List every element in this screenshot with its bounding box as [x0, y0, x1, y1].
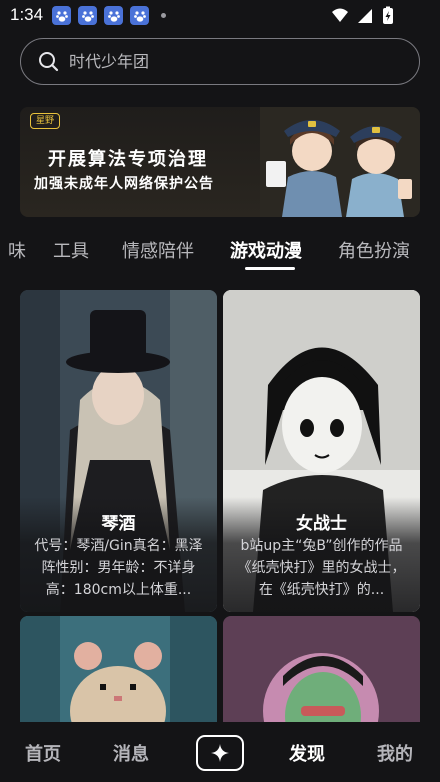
status-time: 1:34 [10, 5, 44, 24]
create-button[interactable] [196, 735, 244, 771]
character-card[interactable]: 女战士 b站up主“兔B”创作的作品《纸壳快打》里的女战士，在《纸壳快打》的..… [223, 290, 420, 612]
baidu-notification-icon [130, 6, 149, 25]
baidu-notification-icon [52, 6, 71, 25]
active-tab-indicator [245, 267, 295, 270]
more-notifications-dot [161, 13, 166, 18]
status-bar: 1:34 [0, 0, 440, 30]
category-tabs: 味 工具 情感陪伴 游戏动漫 角色扮演 [0, 232, 440, 270]
card-title: 琴酒 [101, 514, 136, 534]
nav-mine[interactable]: 我的 [377, 740, 413, 766]
character-card[interactable]: 琴酒 代号：琴酒/Gin真名：黑泽阵性别：男年龄：不详身高：180cm以上体重.… [20, 290, 217, 612]
sparkle-icon [211, 744, 229, 762]
tab-companionship[interactable]: 情感陪伴 [122, 237, 194, 263]
tab-tools[interactable]: 工具 [53, 237, 89, 263]
search-bar[interactable] [20, 38, 420, 85]
card-description: 代号：琴酒/Gin真名：黑泽阵性别：男年龄：不详身高：180cm以上体重... [34, 538, 203, 598]
baidu-notification-icon [78, 6, 97, 25]
nav-home[interactable]: 首页 [25, 740, 61, 766]
search-input[interactable] [69, 39, 399, 83]
baidu-notification-icon [104, 6, 123, 25]
banner-title: 开展算法专项治理 [48, 149, 208, 170]
card-title: 女战士 [296, 514, 347, 534]
signal-icon [358, 9, 372, 23]
announcement-banner[interactable]: 星野 开展算法专项治理 加强未成年人网络保护公告 [20, 107, 420, 217]
wifi-icon [332, 8, 348, 22]
character-card[interactable] [223, 616, 420, 736]
tab-games-anime[interactable]: 游戏动漫 [230, 237, 302, 263]
banner-police-illustration [260, 107, 420, 217]
card-description: b站up主“兔B”创作的作品《纸壳快打》里的女战士，在《纸壳快打》的... [237, 538, 406, 598]
banner-logo: 星野 [30, 113, 61, 129]
character-portrait-pixel-hamster [20, 616, 217, 736]
nav-messages[interactable]: 消息 [113, 740, 149, 766]
system-status-icons [332, 6, 393, 24]
banner-subtitle: 加强未成年人网络保护公告 [34, 176, 214, 192]
bottom-navigation: 首页 消息 发现 我的 [0, 722, 440, 782]
nav-discover[interactable]: 发现 [289, 740, 325, 766]
character-card[interactable] [20, 616, 217, 736]
tab-fun[interactable]: 味 [8, 237, 26, 263]
search-icon [39, 52, 59, 72]
tab-roleplay[interactable]: 角色扮演 [338, 237, 410, 263]
character-portrait-green-face [223, 616, 420, 736]
